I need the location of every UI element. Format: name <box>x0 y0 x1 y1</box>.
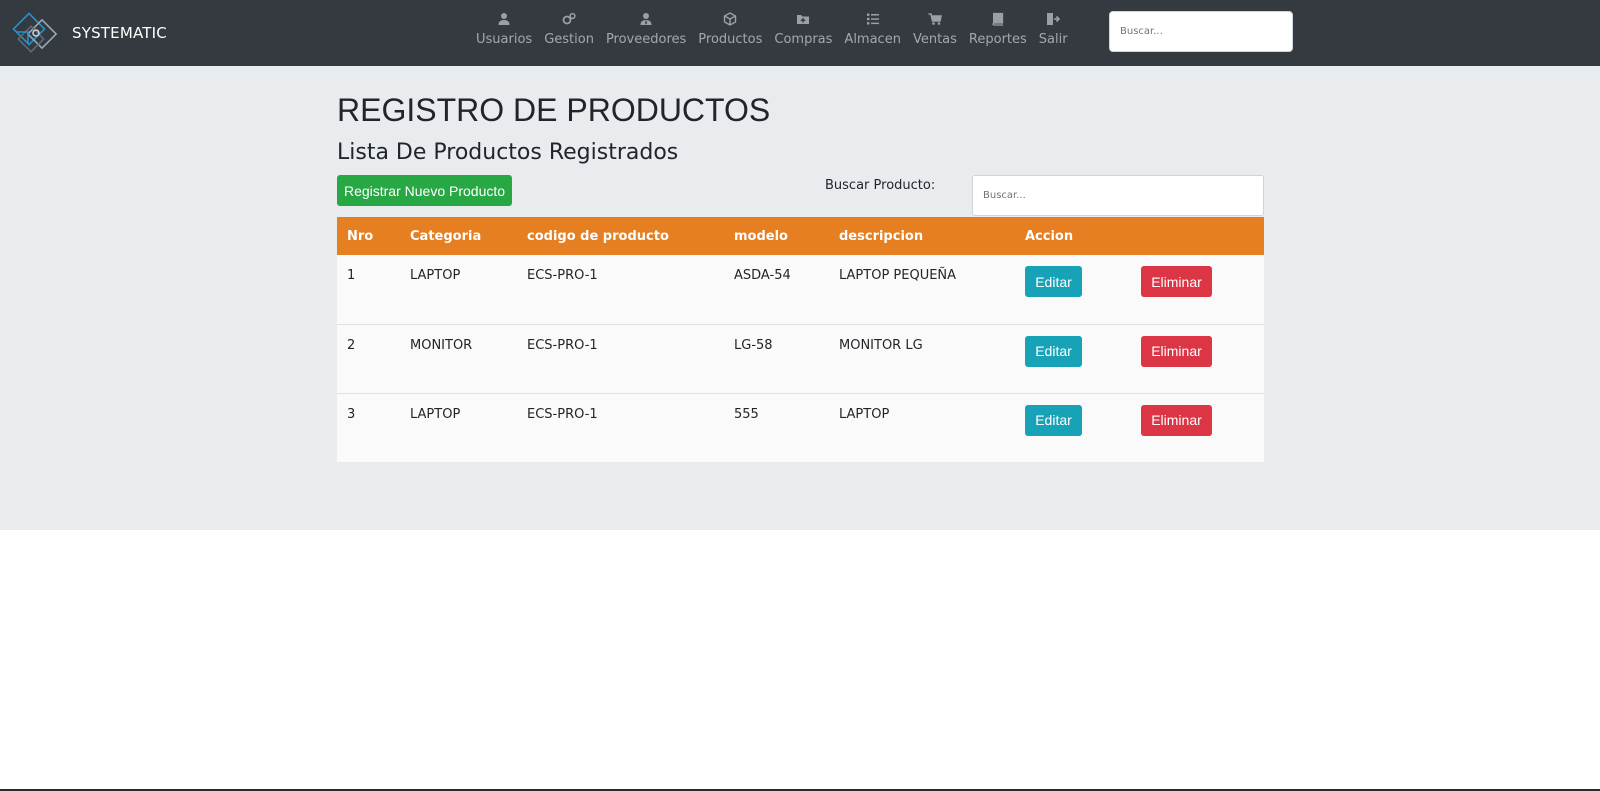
list-icon <box>866 12 880 26</box>
nav-item-salir[interactable]: Salir <box>1033 12 1074 47</box>
cell-categoria: LAPTOP <box>410 268 461 283</box>
nav-item-proveedores[interactable]: Proveedores <box>600 12 692 47</box>
nav-item-almacen[interactable]: Almacen <box>838 12 907 47</box>
cell-nro: 3 <box>337 392 400 462</box>
nav-item-ventas[interactable]: Ventas <box>907 12 963 47</box>
cart-icon <box>928 12 942 26</box>
cell-codigo: ECS-PRO-1 <box>527 268 598 283</box>
book-icon <box>991 12 1005 26</box>
cell-descripcion: MONITOR LG <box>829 323 1015 393</box>
delete-button[interactable]: Eliminar <box>1141 335 1212 367</box>
navbar-search-input[interactable] <box>1109 11 1293 52</box>
sign-out-icon <box>1046 12 1061 26</box>
column-header-empty <box>1131 217 1264 255</box>
cell-modelo: LG-58 <box>724 323 829 393</box>
nav-label: Almacen <box>844 32 901 47</box>
nav-item-reportes[interactable]: Reportes <box>963 12 1033 47</box>
cell-categoria: LAPTOP <box>400 392 517 462</box>
column-header-descripcion: descripcion <box>829 217 1015 255</box>
cell-descripcion: LAPTOP <box>829 392 1015 462</box>
edit-button[interactable]: Editar <box>1025 335 1082 367</box>
cell-delete-action: Eliminar <box>1131 255 1264 324</box>
delete-button[interactable]: Eliminar <box>1141 266 1212 297</box>
top-navbar: SYSTEMATIC Usuarios Gestion Proveedores … <box>0 0 1600 66</box>
delete-button[interactable]: Eliminar <box>1141 404 1212 436</box>
nav-item-compras[interactable]: Compras <box>768 12 838 47</box>
column-header-modelo: modelo <box>724 217 829 255</box>
systematic-logo-icon <box>12 12 58 53</box>
cell-edit-action: Editar <box>1015 255 1131 324</box>
nav-label: Salir <box>1038 32 1068 47</box>
cell-nro: 2 <box>337 323 400 393</box>
table-row: 3 LAPTOP ECS-PRO-1 555 LAPTOP Editar Eli… <box>337 392 1264 462</box>
cell-modelo: 555 <box>724 392 829 462</box>
cell-codigo: ECS-PRO-1 <box>517 392 724 462</box>
page-title: REGISTRO DE PRODUCTOS <box>337 92 771 128</box>
main-nav: Usuarios Gestion Proveedores Productos C… <box>470 12 1074 47</box>
cell-modelo: ASDA-54 <box>734 268 791 283</box>
register-new-product-button[interactable]: Registrar Nuevo Producto <box>337 175 512 206</box>
gears-icon <box>562 12 576 26</box>
edit-button[interactable]: Editar <box>1025 404 1082 436</box>
nav-label: Usuarios <box>476 32 533 47</box>
table-row: 1 LAPTOP ECS-PRO-1 ASDA-54 LAPTOP PEQUEÑ… <box>337 255 1264 324</box>
nav-item-usuarios[interactable]: Usuarios <box>470 12 538 47</box>
edit-button[interactable]: Editar <box>1025 266 1082 297</box>
cell-codigo: ECS-PRO-1 <box>517 323 724 393</box>
product-search-label: Buscar Producto: <box>825 178 936 193</box>
nav-label: Productos <box>698 32 763 47</box>
cell-delete-action: Eliminar <box>1131 323 1264 393</box>
column-header-categoria: Categoria <box>400 217 517 255</box>
cell-categoria: MONITOR <box>400 323 517 393</box>
products-table: Nro Categoria codigo de producto modelo … <box>337 217 1264 462</box>
nav-label: Gestion <box>544 32 594 47</box>
brand-name: SYSTEMATIC <box>72 24 167 42</box>
nav-label: Compras <box>774 32 833 47</box>
table-header-row: Nro Categoria codigo de producto modelo … <box>337 217 1264 255</box>
user-icon <box>497 12 511 26</box>
nav-item-productos[interactable]: Productos <box>692 12 768 47</box>
product-search-input[interactable] <box>972 175 1264 216</box>
column-header-nro: Nro <box>337 217 400 255</box>
nav-label: Ventas <box>912 32 957 47</box>
cell-descripcion: LAPTOP PEQUEÑA <box>839 268 957 283</box>
folder-plus-icon <box>796 12 810 26</box>
box-icon <box>723 12 737 26</box>
user-tie-icon <box>639 12 653 26</box>
table-row: 2 MONITOR ECS-PRO-1 LG-58 MONITOR LG Edi… <box>337 323 1264 393</box>
column-header-accion: Accion <box>1015 217 1131 255</box>
nav-item-gestion[interactable]: Gestion <box>538 12 600 47</box>
brand[interactable]: SYSTEMATIC <box>12 10 167 56</box>
cell-edit-action: Editar <box>1015 323 1131 393</box>
cell-edit-action: Editar <box>1015 392 1131 462</box>
nav-label: Proveedores <box>605 32 687 47</box>
cell-nro: 1 <box>347 268 356 283</box>
page-subtitle: Lista De Productos Registrados <box>337 140 679 165</box>
cell-delete-action: Eliminar <box>1131 392 1264 462</box>
nav-label: Reportes <box>968 32 1027 47</box>
column-header-codigo: codigo de producto <box>517 217 724 255</box>
